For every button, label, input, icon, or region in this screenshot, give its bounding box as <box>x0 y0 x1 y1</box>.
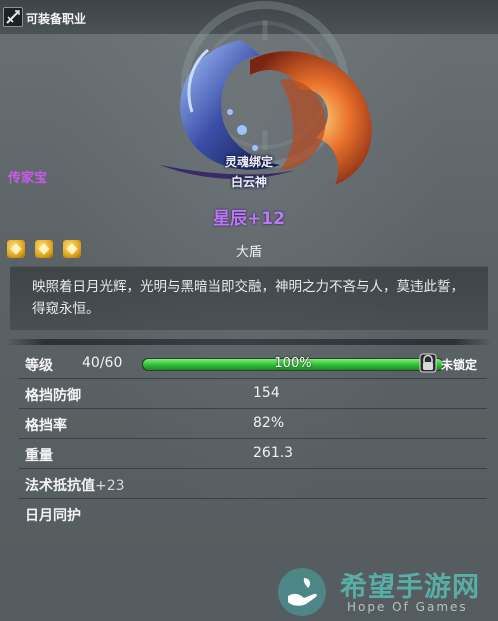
stat-row-block-defense: 格挡防御 154 <box>19 380 487 409</box>
level-progress-text: 100% <box>274 356 312 371</box>
equippable-class-label: 可装备职业 <box>26 12 87 26</box>
item-tooltip-panel: 可装备职业 灵魂绑定 白云神 传家宝 星辰+12 大盾 映照着日月光辉，光明与黑… <box>0 0 498 621</box>
watermark-subtext: Hope Of Games <box>347 600 468 614</box>
magic-resist-bonus: +23 <box>95 478 125 494</box>
item-name: 星辰+12 <box>213 209 285 229</box>
item-description: 映照着日月光辉，光明与黑暗当即交融，神明之力不吝与人，莫违此誓，得窥永恒。 <box>32 279 464 317</box>
skill-name: 日月同护 <box>25 508 81 524</box>
magic-resist-label: 法术抵抗值+23 <box>25 475 125 495</box>
watermark-text: 希望手游网 <box>340 572 480 603</box>
watermark-logo-icon <box>278 568 326 616</box>
stat-value: 261.3 <box>253 445 294 461</box>
stat-value: 82% <box>253 415 285 431</box>
section-divider <box>6 339 492 345</box>
level-progress-bar: 100% <box>142 356 444 371</box>
stat-label: 格挡防御 <box>25 388 81 404</box>
stat-row-weight: 重量 261.3 <box>19 440 487 469</box>
item-type-label: 大盾 <box>235 245 262 260</box>
stat-label: 重量 <box>25 448 53 464</box>
stat-row-block-rate: 格挡率 82% <box>19 410 487 439</box>
level-row: 等级 40/60 100% 未锁定 <box>19 350 487 379</box>
rarity-label: 传家宝 <box>8 171 48 186</box>
level-label: 等级 <box>25 358 53 374</box>
stat-row-magic-resist: 法术抵抗值+23 <box>19 470 487 499</box>
god-name-label: 白云神 <box>230 175 267 189</box>
bind-status-label: 灵魂绑定 <box>224 155 273 169</box>
lock-icon[interactable] <box>419 353 437 373</box>
skill-row: 日月同护 <box>19 500 487 528</box>
magic-resist-name: 法术抵抗值 <box>25 478 95 494</box>
stat-label: 格挡率 <box>25 418 67 434</box>
level-value: 40/60 <box>82 355 123 371</box>
sword-class-icon <box>3 7 23 27</box>
stat-value: 154 <box>253 385 280 401</box>
lock-status-label[interactable]: 未锁定 <box>441 356 477 373</box>
